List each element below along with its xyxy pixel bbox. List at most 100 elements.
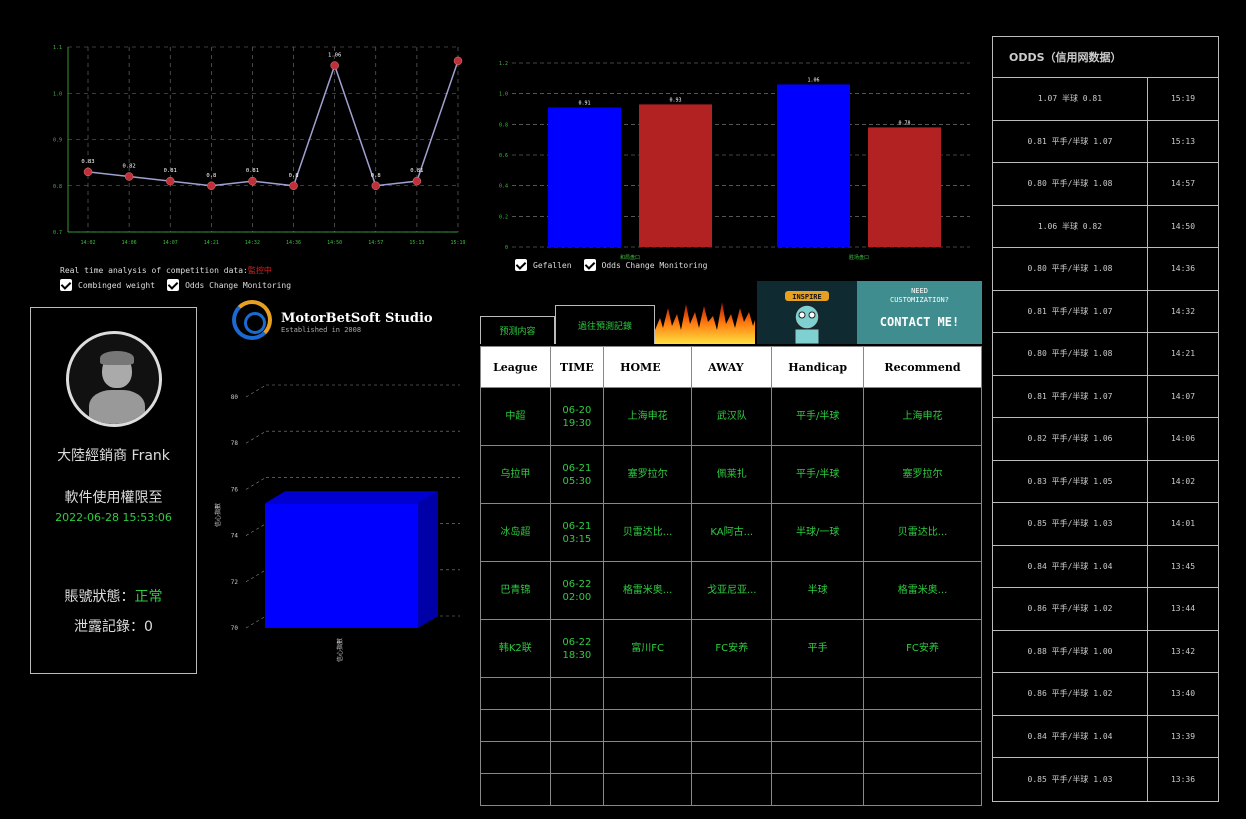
empty-cell: [480, 677, 551, 710]
table-row[interactable]: 巴青锦 06-22 02:00 格雷米奥... 戈亚尼亚... 半球 格雷米奥...: [480, 561, 983, 620]
cell-home: 格雷米奥...: [603, 561, 693, 620]
cell-away-text: 戈亚尼亚...: [706, 585, 757, 596]
odds-row[interactable]: 0.84 平手/半球 1.04 13:39: [993, 715, 1218, 758]
cell-handicap: 平手: [771, 619, 864, 678]
table-row[interactable]: 中超 06-20 19:30 上海申花 武汉队 平手/半球 上海申花: [480, 387, 983, 446]
logo-name: MotorBetSoft Studio: [281, 311, 433, 326]
odds-row[interactable]: 0.81 平手/半球 1.07 15:13: [993, 120, 1218, 163]
grid-line: [245, 569, 267, 583]
odds-row[interactable]: 0.82 平手/半球 1.06 14:06: [993, 418, 1218, 461]
odds-value: 0.85 平手/半球 1.03: [993, 758, 1148, 801]
y-tick-label: 0.7: [53, 230, 62, 236]
odds-row[interactable]: 0.88 平手/半球 1.00 13:42: [993, 630, 1218, 673]
empty-cell: [862, 741, 983, 774]
line-chart-legend: Combinged weight Odds Change Monitoring: [60, 279, 291, 291]
data-label: 0.93: [669, 97, 681, 103]
odds-value: 0.83 平手/半球 1.05: [993, 460, 1148, 502]
data-point: [124, 172, 134, 181]
cell-time: 06-22 02:00: [549, 561, 605, 620]
table-row[interactable]: 乌拉甲 06-21 05:30 塞罗拉尔 佩莱扎 平手/半球 塞罗拉尔: [480, 445, 983, 504]
col-time: TIME: [549, 346, 605, 388]
odds-row[interactable]: 0.80 平手/半球 1.08 14:36: [993, 248, 1218, 291]
odds-time: 13:45: [1170, 561, 1196, 571]
odds-row[interactable]: 0.85 平手/半球 1.03 14:01: [993, 503, 1218, 546]
odds-row[interactable]: 1.07 半球 0.81 15:19: [993, 78, 1218, 121]
cell-handicap: 半球: [771, 561, 864, 620]
cell-recommend-text: 塞罗拉尔: [902, 469, 943, 480]
cell-recommend: 上海申花: [862, 387, 983, 446]
checkbox-checked-icon[interactable]: [515, 259, 527, 271]
license-date: 2022-06-28 15:53:06: [55, 511, 172, 524]
y-tick-label: 1.0: [499, 92, 508, 98]
cell-home: 贝雷达比...: [603, 503, 693, 562]
odds-row[interactable]: 0.84 平手/半球 1.04 13:45: [993, 545, 1218, 588]
odds-row[interactable]: 0.86 平手/半球 1.02 13:44: [993, 588, 1218, 631]
cell-home: 塞罗拉尔: [603, 445, 693, 504]
cell-time-text: 03:15: [562, 533, 592, 545]
odds-value: 0.88 平手/半球 1.00: [993, 630, 1148, 672]
legend-label: Gefallen: [533, 260, 572, 270]
studio-logo: MotorBetSoft Studio Established in 2008: [232, 300, 462, 342]
contact-me-button[interactable]: CONTACT ME!: [857, 315, 982, 329]
table-row[interactable]: 冰岛超 06-21 03:15 贝雷达比... KA阿古... 半球/一球 贝雷达比...: [480, 503, 983, 562]
odds-row[interactable]: 0.81 平手/半球 1.07 14:32: [993, 290, 1218, 333]
odds-value: 0.80 平手/半球 1.08: [993, 248, 1148, 290]
ad-inspire-text: INSPIRE: [792, 293, 822, 301]
grid-line: [245, 615, 267, 629]
y-tick-label: 70: [231, 625, 239, 632]
x-tick-label: 14:07: [163, 240, 178, 246]
odds-row[interactable]: 0.86 平手/半球 1.02 13:40: [993, 673, 1218, 716]
cell-away: KA阿古...: [691, 503, 773, 562]
legend-combined-weight[interactable]: Combinged weight: [60, 279, 155, 291]
odds-title: ODDS（信用网数据）: [993, 37, 1218, 78]
cell-handicap-text: 半球: [807, 585, 828, 596]
tab-history[interactable]: 過往預測記錄: [555, 305, 655, 344]
odds-row[interactable]: 0.81 平手/半球 1.07 14:07: [993, 375, 1218, 418]
tab-predict[interactable]: 预测内容: [480, 316, 555, 344]
legend-odds-change[interactable]: Odds Change Monitoring: [583, 259, 708, 271]
cell-recommend: 贝雷达比...: [862, 503, 983, 562]
data-label: 0.91: [578, 100, 590, 106]
caption-status: 監控中: [247, 266, 272, 275]
cell-home-text: 塞罗拉尔: [627, 469, 668, 480]
odds-time: 13:39: [1170, 731, 1196, 741]
series-line: [87, 60, 459, 187]
cell-home-text: 富川FC: [631, 643, 664, 654]
legend-odds-change[interactable]: Odds Change Monitoring: [167, 279, 291, 291]
table-row[interactable]: 韩K2联 06-22 18:30 富川FC FC安养 平手 FC安养: [480, 619, 983, 678]
line-chart-caption: Real time analysis of competition data:監…: [60, 265, 272, 276]
x-tick-label: 胜场盘口: [849, 254, 869, 261]
odds-row[interactable]: 0.80 平手/半球 1.08 14:57: [993, 163, 1218, 206]
data-label: 0.83: [81, 159, 94, 165]
checkbox-checked-icon[interactable]: [60, 279, 72, 291]
legend-gefallen[interactable]: Gefallen: [515, 259, 572, 271]
odds-time: 14:36: [1170, 264, 1196, 274]
odds-time: 14:06: [1170, 434, 1196, 444]
cell-handicap: 半球/一球: [771, 503, 864, 562]
logo-ring-icon: [232, 300, 272, 340]
cell-time: 06-21 03:15: [549, 503, 605, 562]
cell-away-text: KA阿古...: [710, 527, 754, 538]
contact-banner[interactable]: NEED CUSTOMIZATION? CONTACT ME!: [857, 281, 982, 344]
data-label: 0.8: [206, 173, 216, 179]
odds-row[interactable]: 0.83 平手/半球 1.05 14:02: [993, 460, 1218, 503]
x-tick-label: 14:06: [122, 240, 137, 246]
inspire-banner[interactable]: INSPIRE: [757, 281, 857, 344]
odds-row[interactable]: 1.06 半球 0.82 14:50: [993, 205, 1218, 248]
checkbox-checked-icon[interactable]: [583, 259, 596, 271]
cell-league-text: 乌拉甲: [500, 469, 531, 480]
checkbox-checked-icon[interactable]: [167, 279, 180, 291]
odds-value: 1.06 半球 0.82: [993, 205, 1148, 247]
odds-row[interactable]: 0.80 平手/半球 1.08 14:21: [993, 333, 1218, 376]
table-row-empty: [480, 741, 983, 774]
cell-home: 上海申花: [603, 387, 693, 446]
confidence-chart: 707274767880信心指數信心指數: [214, 384, 460, 662]
odds-row[interactable]: 0.85 平手/半球 1.03 13:36: [993, 758, 1218, 801]
x-tick-label: 14:50: [327, 240, 342, 246]
y-tick-label: 78: [231, 440, 239, 447]
y-tick-label: 74: [231, 533, 239, 540]
cell-recommend: FC安养: [862, 619, 983, 678]
cell-away: 武汉队: [691, 387, 773, 446]
data-label: 0.81: [164, 168, 177, 174]
empty-cell: [691, 709, 773, 742]
